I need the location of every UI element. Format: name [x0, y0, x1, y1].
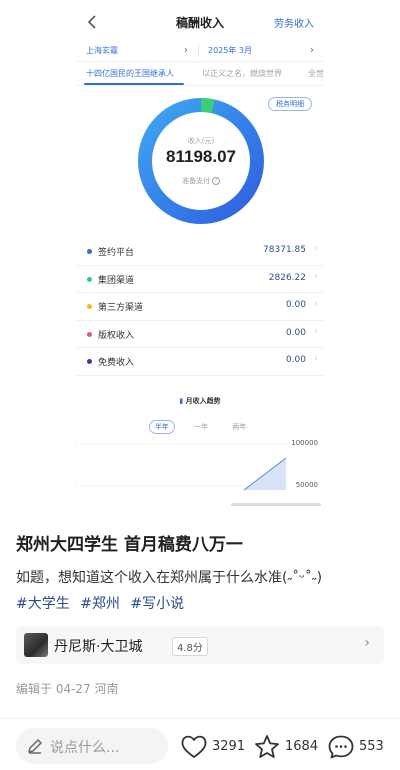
- picker-divider: [198, 45, 199, 57]
- divider: [0, 718, 400, 719]
- income-breakdown-list: 签约平台 78371.85 › 集团渠道 2826.22 › 第三方渠道 0.0…: [76, 238, 324, 376]
- filter-row: 上海玄霆 › 2025年 3月 ›: [76, 40, 324, 62]
- comment-bubble-icon: [328, 735, 354, 759]
- y-axis-label-top: 100000: [291, 439, 318, 447]
- comment-count: 553: [359, 739, 384, 754]
- post-tags: #大学生 #郑州 #写小说: [16, 593, 190, 613]
- legend-dot: [87, 331, 92, 337]
- help-icon[interactable]: ?: [212, 177, 220, 185]
- y-axis-label-bottom: 50000: [295, 481, 318, 489]
- chevron-down-icon: ›: [314, 299, 318, 309]
- labor-income-link[interactable]: 劳务收入: [274, 15, 314, 30]
- tag-link[interactable]: #郑州: [80, 596, 120, 612]
- breakdown-row[interactable]: 版权收入 0.00 ›: [76, 321, 324, 348]
- active-tab-indicator: [84, 83, 184, 85]
- edit-meta: 编辑于 04-27 河南: [16, 682, 119, 696]
- income-screenshot: 稿酬收入 劳务收入 上海玄霆 › 2025年 3月 › 十四亿国民的王国继承人 …: [76, 0, 324, 508]
- favorite-count: 1684: [285, 739, 319, 754]
- donut-center: 收入(元) 81198.07 准备支付?: [136, 96, 266, 226]
- comment-placeholder: 说点什么...: [50, 740, 120, 756]
- chevron-right-icon: ›: [364, 635, 370, 651]
- tag-link[interactable]: #写小说: [130, 596, 184, 612]
- range-half-year[interactable]: 半年: [148, 420, 175, 434]
- chevron-down-icon: ›: [314, 326, 318, 337]
- tax-details-button[interactable]: 税务明细: [268, 97, 312, 111]
- location-rating: 4.8分: [172, 637, 208, 656]
- prepay-label: 准备支付: [182, 177, 210, 185]
- trend-title: ▮ 月收入趋势: [76, 396, 324, 406]
- publisher-picker-label: 上海玄霆: [86, 46, 118, 55]
- prepay-status: 准备支付?: [136, 176, 266, 186]
- income-label: 收入(元): [187, 137, 215, 145]
- trend-chart: 100000 50000: [76, 436, 324, 496]
- legend-dot: [87, 359, 92, 364]
- tab-book-2[interactable]: 以正义之名，燃烧世界: [202, 68, 282, 79]
- month-picker[interactable]: 2025年 3月 ›: [208, 40, 314, 62]
- trend-chart-svg: [76, 443, 287, 491]
- tab-book-3[interactable]: 全世: [308, 68, 324, 79]
- legend-dot: [87, 249, 92, 254]
- breakdown-name: 第三方渠道: [98, 303, 144, 313]
- favorite-button[interactable]: 1684: [253, 734, 319, 760]
- breakdown-value: 78371.85: [263, 245, 306, 255]
- breakdown-name: 签约平台: [98, 248, 135, 258]
- tab-book-1[interactable]: 十四亿国民的王国继承人: [86, 68, 174, 79]
- like-count: 3291: [212, 739, 246, 754]
- breakdown-value: 0.00: [285, 300, 306, 310]
- chevron-down-icon: ›: [314, 244, 318, 254]
- location-thumbnail: [24, 633, 48, 657]
- range-selector: 半年 一年 两年: [76, 420, 324, 434]
- screenshot-header: 稿酬收入 劳务收入: [76, 0, 324, 44]
- breakdown-name: 免费收入: [98, 358, 135, 368]
- chevron-right-icon: ›: [310, 45, 314, 56]
- chevron-down-icon: ›: [314, 354, 318, 364]
- post-body: 如题，想知道这个收入在郑州属于什么水准(˶˚ᵕ˚˶): [16, 570, 323, 586]
- location-card[interactable]: 丹尼斯·大卫城 4.8分 ›: [16, 626, 384, 664]
- chevron-right-icon: ›: [184, 45, 188, 56]
- comment-button[interactable]: 553: [327, 734, 393, 760]
- location-name: 丹尼斯·大卫城: [54, 639, 143, 655]
- comment-input[interactable]: 说点什么...: [16, 728, 168, 764]
- bar-chart-icon: ▮: [179, 397, 184, 405]
- breakdown-name: 集团渠道: [98, 275, 135, 286]
- breakdown-row[interactable]: 集团渠道 2826.22 ›: [76, 266, 324, 293]
- book-tabs: 十四亿国民的王国继承人 以正义之名，燃烧世界 全世: [76, 64, 324, 86]
- chevron-down-icon: ›: [314, 271, 318, 282]
- post-title: 郑州大四学生 首月稿费八万一: [16, 535, 243, 555]
- breakdown-row[interactable]: 签约平台 78371.85 ›: [76, 238, 324, 266]
- breakdown-row[interactable]: 免费收入 0.00 ›: [76, 348, 324, 376]
- legend-dot: [87, 304, 92, 309]
- tag-link[interactable]: #大学生: [16, 596, 70, 612]
- income-total: 81198.07: [166, 147, 236, 166]
- breakdown-value: 0.00: [285, 355, 306, 365]
- month-picker-label: 2025年 3月: [208, 46, 252, 55]
- trend-title-label: 月收入趋势: [185, 397, 221, 405]
- image-pager-indicator: [231, 503, 321, 506]
- breakdown-name: 版权收入: [98, 330, 135, 341]
- star-icon: [255, 735, 279, 758]
- breakdown-row[interactable]: 第三方渠道 0.00 ›: [76, 293, 324, 321]
- pen-icon: [28, 739, 42, 754]
- heart-icon: [181, 735, 207, 758]
- range-one-year[interactable]: 一年: [189, 421, 213, 433]
- breakdown-value: 2826.22: [268, 272, 306, 283]
- range-two-year[interactable]: 两年: [227, 421, 251, 433]
- publisher-picker[interactable]: 上海玄霆 ›: [86, 40, 188, 62]
- legend-dot: [87, 276, 92, 282]
- like-button[interactable]: 3291: [180, 734, 246, 760]
- breakdown-value: 0.00: [285, 327, 306, 338]
